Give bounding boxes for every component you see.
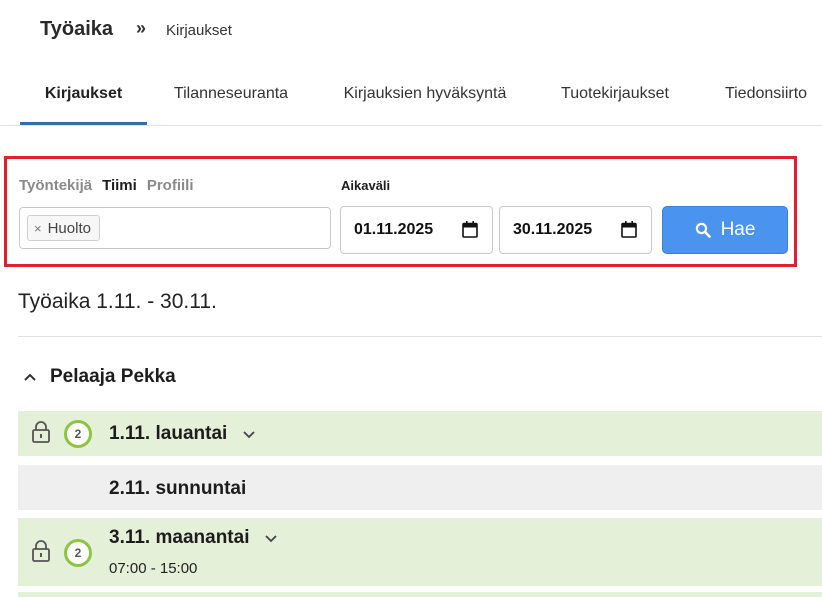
day-label: 2.11. sunnuntai — [109, 478, 247, 499]
tab-kirjaukset[interactable]: Kirjaukset — [20, 62, 147, 125]
calendar-icon[interactable] — [462, 221, 478, 238]
start-date-input[interactable]: 01.11.2025 — [340, 206, 493, 254]
search-icon — [695, 222, 711, 238]
divider — [18, 336, 822, 337]
page-header: Työaika » Kirjaukset — [0, 0, 822, 62]
entry-count-badge: 2 — [64, 420, 92, 448]
person-name: Pelaaja Pekka — [50, 366, 176, 387]
selected-team-label: Huolto — [47, 219, 91, 237]
tab-tiedonsiirto[interactable]: Tiedonsiirto — [712, 62, 820, 125]
day-title: 3.11. maanantai — [109, 527, 279, 549]
filter-tab-tiimi[interactable]: Tiimi — [102, 177, 137, 194]
filter-panel: Työntekijä Tiimi Profiili Aikaväli × Huo… — [4, 156, 797, 267]
day-row: 2 3.11. maanantai 07:00 - 15:00 — [18, 518, 822, 586]
period-title: Työaika 1.11. - 30.11. — [18, 290, 217, 313]
calendar-icon[interactable] — [621, 221, 637, 238]
entry-count-badge: 2 — [64, 539, 92, 567]
filter-type-tabs: Työntekijä Tiimi Profiili — [19, 177, 193, 194]
day-label: 3.11. maanantai — [109, 527, 250, 548]
search-button[interactable]: Hae — [662, 206, 788, 254]
tab-kirjauksien-hyvaksynta[interactable]: Kirjauksien hyväksyntä — [330, 62, 520, 125]
date-range-label: Aikaväli — [341, 178, 391, 193]
search-button-label: Hae — [720, 219, 756, 240]
day-title: 1.11. lauantai — [109, 423, 257, 445]
tab-tuotekirjaukset[interactable]: Tuotekirjaukset — [548, 62, 682, 125]
lock-icon — [32, 421, 50, 443]
end-date-value: 30.11.2025 — [513, 221, 593, 238]
breadcrumb-current[interactable]: Kirjaukset — [166, 22, 232, 39]
filter-tab-profiili[interactable]: Profiili — [147, 177, 194, 194]
lock-icon — [32, 540, 50, 562]
end-date-input[interactable]: 30.11.2025 — [499, 206, 652, 254]
app-title: Työaika — [40, 18, 113, 40]
day-row-partial — [18, 592, 822, 597]
chevron-down-icon[interactable] — [263, 530, 279, 546]
filter-tab-tyontekija[interactable]: Työntekijä — [19, 177, 92, 194]
day-row: 2 1.11. lauantai — [18, 411, 822, 456]
tab-tilanneseuranta[interactable]: Tilanneseuranta — [162, 62, 300, 125]
start-date-value: 01.11.2025 — [354, 221, 434, 238]
selected-team-chip: × Huolto — [27, 215, 100, 241]
day-work-time: 07:00 - 15:00 — [109, 560, 198, 577]
chevron-down-icon[interactable] — [241, 426, 257, 442]
main-tabs: Kirjaukset Tilanneseuranta Kirjauksien h… — [0, 62, 822, 126]
day-row: 2.11. sunnuntai — [18, 465, 822, 510]
day-label: 1.11. lauantai — [109, 423, 228, 444]
team-select-input[interactable]: × Huolto — [19, 207, 331, 249]
person-group-toggle[interactable]: Pelaaja Pekka — [22, 366, 176, 388]
day-title: 2.11. sunnuntai — [109, 478, 246, 500]
breadcrumb-separator: » — [136, 18, 147, 38]
remove-tag-icon[interactable]: × — [34, 221, 42, 236]
chevron-up-icon — [24, 373, 36, 381]
